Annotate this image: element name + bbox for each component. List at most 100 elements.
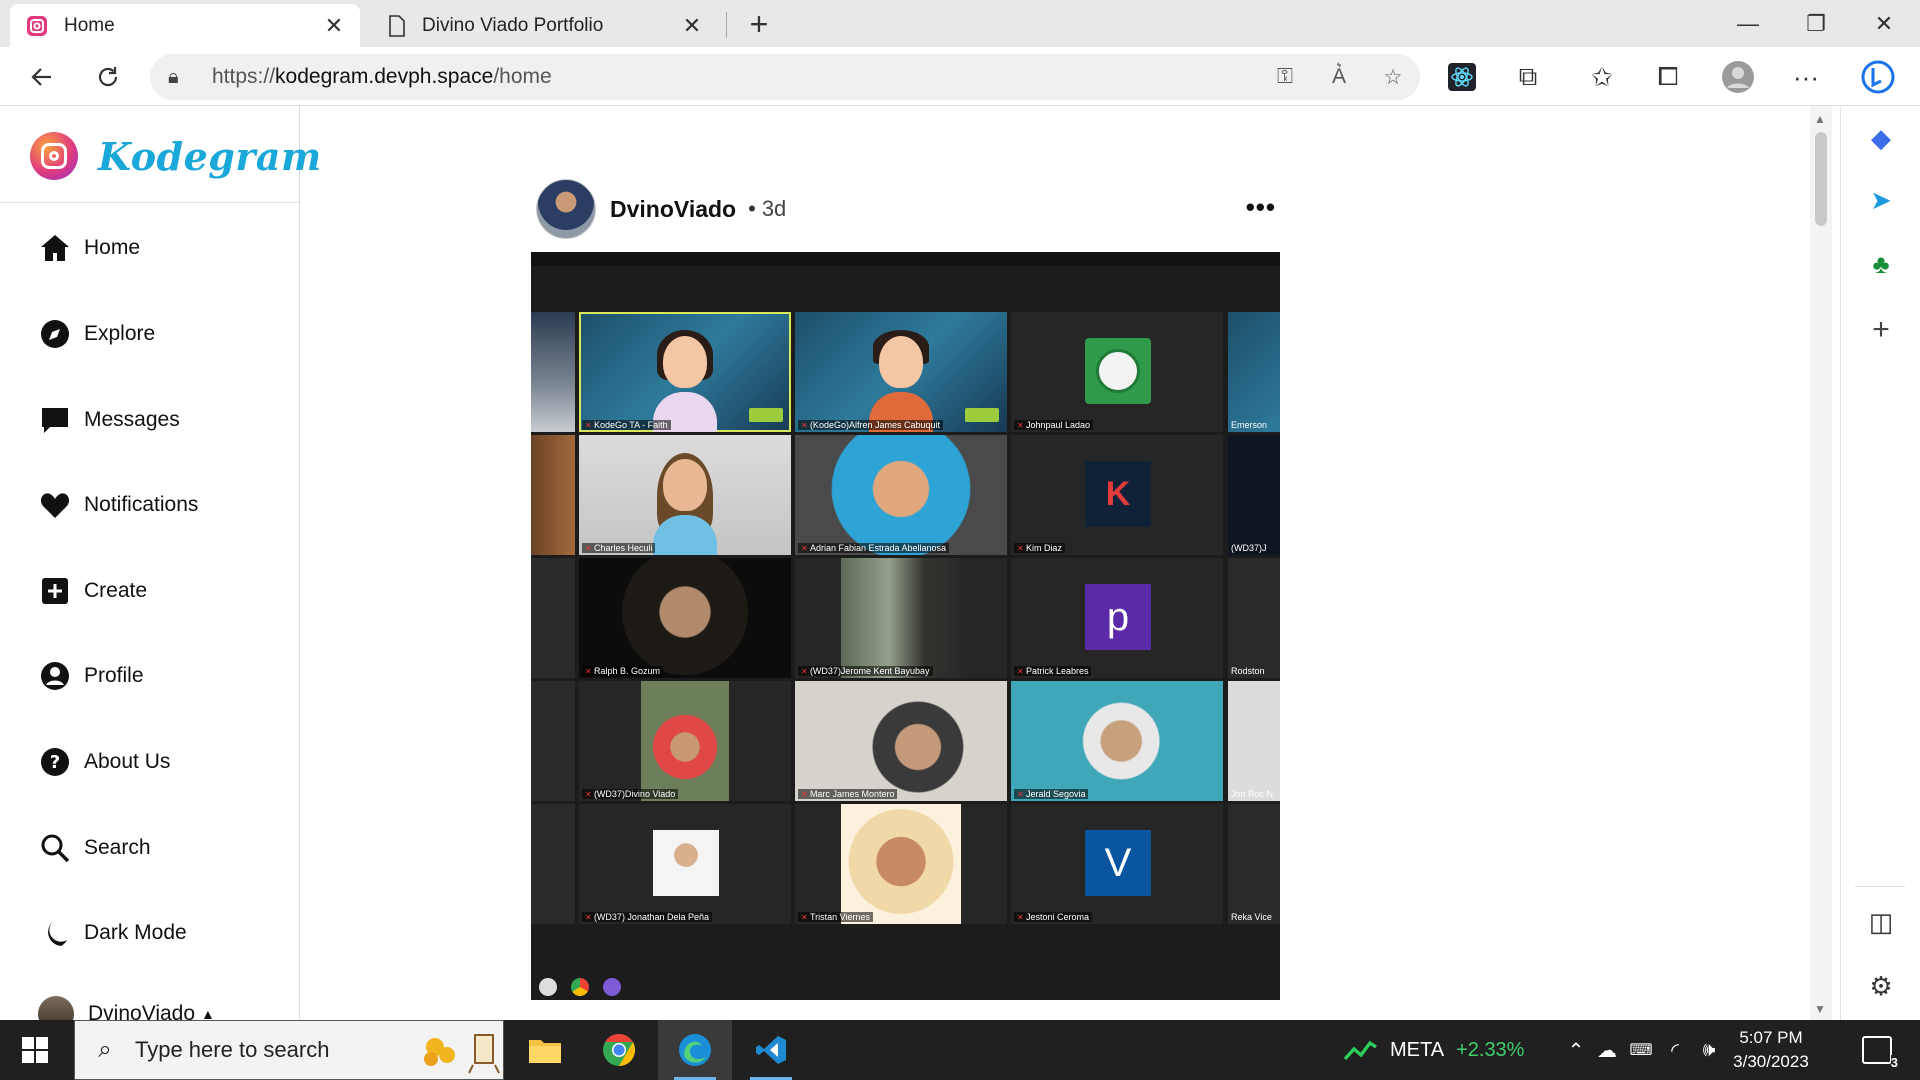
search-placeholder: Type here to search [135,1037,330,1062]
participant-tile[interactable]: (WD37)Jerome Kent Bayubay [795,558,1007,678]
vscode-app[interactable] [734,1020,808,1080]
participant-name: Ralph B. Gozum [582,666,663,676]
participant-tile[interactable]: p Patrick Leabres [1011,558,1223,678]
extensions-icon[interactable]: ⧉ [1508,57,1548,97]
address-bar[interactable]: 🔒︎ https://kodegram.devph.space/home ⚿ A… [150,54,1420,100]
participant-tile[interactable]: (KodeGo)Alfren James Cabuquit [795,312,1007,432]
bing-chat-icon[interactable] [1858,57,1898,97]
minimize-button[interactable]: — [1714,0,1782,47]
refresh-button[interactable] [88,57,128,97]
tab-title: Home [64,14,115,36]
settings-gear-icon[interactable]: ⚙ [1863,968,1899,1004]
back-button[interactable] [22,57,62,97]
lock-icon[interactable]: 🔒︎ [168,66,212,89]
collections-icon[interactable]: ⧠ [1648,57,1688,97]
scroll-up-icon[interactable]: ▲ [1814,112,1826,126]
start-button[interactable] [0,1020,70,1080]
scroll-thumb[interactable] [1815,132,1827,226]
nav-item-notifications[interactable]: Notifications [38,485,198,525]
participant-tile[interactable]: V Jestoni Ceroma [1011,804,1223,924]
refresh-icon [98,67,118,87]
split-screen-icon[interactable]: ◫ [1863,904,1899,940]
taskbar-search[interactable]: ⌕ Type here to search [74,1020,504,1080]
shopping-tag-icon[interactable]: ◆ [1863,120,1899,156]
chrome-app[interactable] [582,1020,656,1080]
nav-item-search[interactable]: Search [38,828,151,868]
participant-tile[interactable]: KodeGo TA - Faith [579,312,791,432]
partial-tile [531,312,575,432]
edge-app[interactable] [658,1020,732,1080]
participant-tile[interactable]: Jerald Segovia [1011,681,1223,801]
participant-name: KodeGo TA - Faith [582,420,671,430]
participant-tile[interactable]: K Kim Diaz [1011,435,1223,555]
kodegram-logo[interactable]: Kodegram [30,128,322,184]
profile-badge [1085,338,1151,404]
participant-name: Jerald Segovia [1014,789,1089,799]
telegram-send-icon[interactable]: ➤ [1863,182,1899,218]
restore-button[interactable]: ❐ [1782,0,1850,47]
close-tab-icon[interactable]: ✕ [322,13,346,39]
nav-item-dark-mode[interactable]: Dark Mode [38,913,187,953]
post-author-name[interactable]: DvinoViado [610,196,736,223]
nav-item-explore[interactable]: Explore [38,314,155,354]
partial-tile: Emerson [1228,312,1280,432]
scroll-down-icon[interactable]: ▼ [1814,1002,1826,1016]
home-icon [38,231,72,265]
tree-icon[interactable]: ♣ [1863,246,1899,282]
participant-tile[interactable]: Adrian Fabian Estrada Abellanosa [795,435,1007,555]
nav-item-home[interactable]: Home [38,228,140,268]
stock-widget[interactable]: META +2.33% [1344,1020,1524,1080]
separator-dot: • [748,196,756,221]
close-window-button[interactable]: ✕ [1850,0,1918,47]
viber-icon [603,978,621,996]
nav-item-messages[interactable]: Messages [38,400,180,440]
post-image[interactable]: KodeGo TA - Faith (KodeGo)Alfren James C… [531,252,1280,1000]
favorites-icon[interactable]: ✩ [1582,57,1622,97]
participant-tile[interactable]: Ralph B. Gozum [579,558,791,678]
clock[interactable]: 5:07 PM 3/30/2023 [1706,1026,1836,1074]
new-tab-button[interactable]: + [741,6,777,42]
onedrive-cloud-icon[interactable]: ☁ [1590,1038,1624,1063]
memoji-avatar [649,326,721,432]
nav-label: Dark Mode [84,921,187,944]
participant-tile[interactable]: Johnpaul Ladao [1011,312,1223,432]
participant-tile[interactable]: (WD37)Divino Viado [579,681,791,801]
meeting-top-strip [531,252,1280,266]
chevron-up-icon[interactable]: ⌃ [1562,1038,1590,1063]
more-options-icon[interactable]: ••• [1246,192,1276,223]
nav-label: Profile [84,664,144,687]
notification-center-icon[interactable]: 3 [1862,1036,1898,1070]
profile-avatar-icon[interactable] [1718,57,1758,97]
post-author-avatar[interactable] [536,179,596,239]
tab-title: Divino Viado Portfolio [422,14,604,36]
close-tab-icon[interactable]: ✕ [680,13,704,39]
participant-name: Kim Diaz [1014,543,1065,553]
ime-icon[interactable]: ⌨ [1624,1040,1658,1060]
participant-tile[interactable]: Charles Heculi [579,435,791,555]
participant-tile[interactable]: Marc James Montero [795,681,1007,801]
tab-home[interactable]: Home ✕ [10,4,360,47]
file-explorer-app[interactable] [508,1020,582,1080]
memoji-avatar [865,326,937,432]
participant-tile[interactable]: Tristan Viernes [795,804,1007,924]
add-favorite-icon[interactable]: ☆ [1366,65,1420,90]
react-devtools-icon[interactable] [1442,57,1482,97]
more-menu-icon[interactable]: ··· [1786,57,1826,97]
nav-item-create[interactable]: Create [38,571,147,611]
nav-item-about[interactable]: ? About Us [38,742,170,782]
url-text[interactable]: https://kodegram.devph.space/home [212,65,1258,89]
nav-label: Search [84,836,151,859]
participant-tile[interactable]: (WD37) Jonathan Dela Peña [579,804,791,924]
key-icon[interactable]: ⚿ [1258,65,1312,89]
partial-name: Rodston [1231,666,1265,676]
add-sidebar-app-icon[interactable]: + [1863,312,1899,348]
read-aloud-icon[interactable]: A͛ [1312,65,1366,89]
kodego-badge [965,408,999,422]
wifi-icon[interactable]: ◜ [1658,1038,1692,1063]
participant-name: Adrian Fabian Estrada Abellanosa [798,543,950,553]
nav-item-profile[interactable]: Profile [38,656,144,696]
chrome-icon [603,1033,636,1066]
kodego-badge [749,408,783,422]
tab-portfolio[interactable]: Divino Viado Portfolio ✕ [372,4,718,47]
page-scrollbar[interactable]: ▲ ▼ [1810,106,1832,1020]
